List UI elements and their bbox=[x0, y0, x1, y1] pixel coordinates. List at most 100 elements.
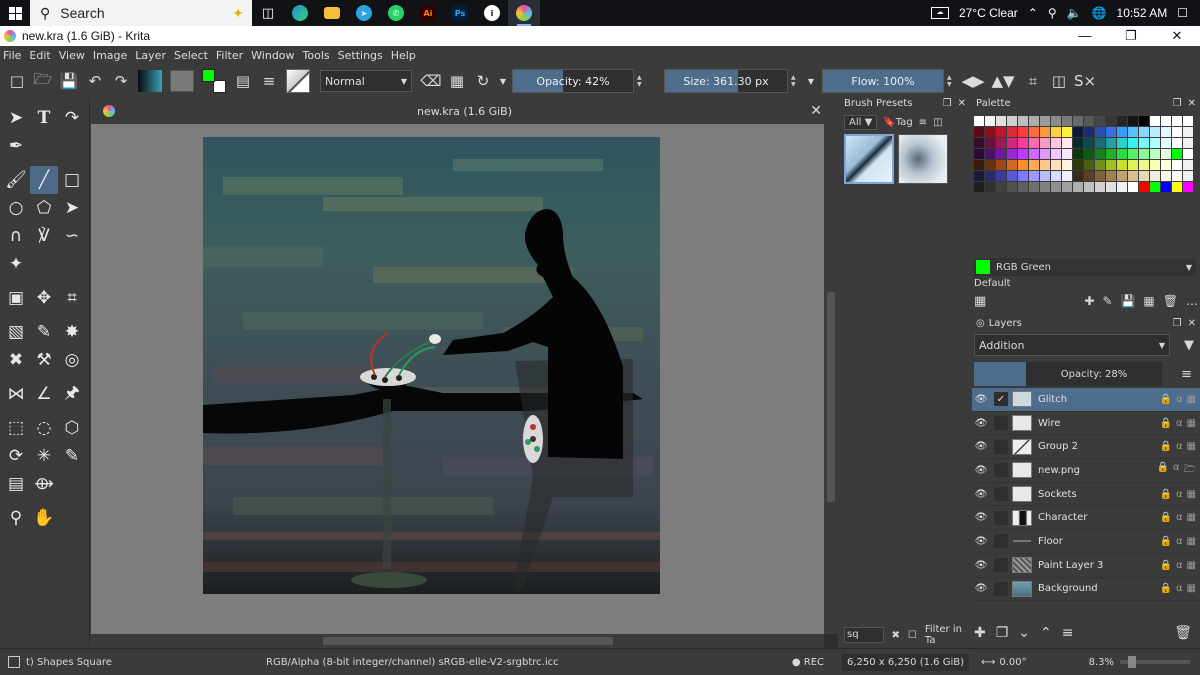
palette-swatch[interactable] bbox=[1117, 182, 1127, 192]
palette-swatch[interactable] bbox=[1084, 160, 1094, 170]
alpha-lock-icon[interactable]: α bbox=[1176, 418, 1183, 429]
palette-swatch[interactable] bbox=[1073, 116, 1083, 126]
palette-swatch[interactable] bbox=[1150, 127, 1160, 137]
zoom-slider[interactable] bbox=[1120, 656, 1190, 668]
color-picker-tool[interactable]: ✎ bbox=[30, 318, 58, 346]
layer-menu-icon[interactable]: ≡ bbox=[1181, 367, 1192, 382]
palette-swatch[interactable] bbox=[1183, 149, 1193, 159]
palette-swatch[interactable] bbox=[1018, 171, 1028, 181]
palette-swatch[interactable] bbox=[985, 171, 995, 181]
scripter-button[interactable]: S× bbox=[1072, 68, 1098, 94]
layer-properties-icon[interactable]: ▦ bbox=[1187, 441, 1196, 452]
layer-row[interactable]: 👁 Character 🔒 α ▦ bbox=[972, 506, 1200, 531]
menu-image[interactable]: Image bbox=[93, 49, 127, 62]
enclose-and-fill-tool[interactable]: ◎ bbox=[58, 346, 86, 374]
palette-swatch[interactable] bbox=[1161, 171, 1171, 181]
palette-grid-edit-icon[interactable]: ▦ bbox=[1143, 294, 1154, 308]
blend-mode-dropdown[interactable]: Normal ▼ bbox=[320, 70, 412, 92]
save-button[interactable]: 💾 bbox=[56, 68, 82, 94]
filter-in-tag-checkbox[interactable]: ☐ bbox=[908, 630, 917, 641]
palette-swatch[interactable] bbox=[1029, 127, 1039, 137]
alpha-lock-icon[interactable]: α bbox=[1173, 462, 1180, 479]
palette-swatch[interactable] bbox=[1084, 182, 1094, 192]
zoom-tool[interactable]: ⚲ bbox=[2, 504, 30, 532]
palette-swatch[interactable] bbox=[1128, 149, 1138, 159]
palette-swatch[interactable] bbox=[1084, 116, 1094, 126]
preset-thumbnail-selected[interactable] bbox=[844, 134, 894, 184]
reload-preset-button[interactable]: ↻ bbox=[470, 68, 496, 94]
palette-swatch[interactable] bbox=[996, 160, 1006, 170]
folder-icon[interactable]: 🗁 bbox=[1184, 462, 1196, 479]
mirror-horizontal-button[interactable]: ◀▶ bbox=[960, 68, 986, 94]
layer-checkbox[interactable] bbox=[994, 487, 1008, 502]
alpha-lock-icon[interactable]: α bbox=[1176, 560, 1183, 571]
palette-swatch[interactable] bbox=[1117, 138, 1127, 148]
opacity-slider[interactable]: Opacity: 42% bbox=[512, 69, 634, 93]
lock-icon[interactable]: 🔒 bbox=[1160, 512, 1172, 523]
measure-tool[interactable]: ∠ bbox=[30, 380, 58, 408]
lock-icon[interactable]: 🔒 bbox=[1160, 394, 1172, 405]
palette-swatch[interactable] bbox=[1095, 116, 1105, 126]
photoshop-app[interactable]: Ps bbox=[444, 0, 476, 26]
current-brush-preview[interactable] bbox=[286, 69, 310, 93]
lock-icon[interactable]: 🔒 bbox=[1157, 462, 1169, 479]
similar-color-selection-tool[interactable]: ✎ bbox=[58, 442, 86, 470]
open-document-button[interactable]: 🗁 bbox=[30, 68, 56, 94]
layer-properties-icon[interactable]: ▦ bbox=[1187, 394, 1196, 405]
palette-swatch[interactable] bbox=[1150, 171, 1160, 181]
colorize-mask-tool[interactable]: ✖ bbox=[2, 346, 30, 374]
palette-swatch[interactable] bbox=[1117, 127, 1127, 137]
toolbar-overflow-chevron[interactable]: ▼ bbox=[804, 68, 818, 94]
menu-tools[interactable]: Tools bbox=[303, 49, 330, 62]
gradient-tool[interactable]: ▧ bbox=[2, 318, 30, 346]
bezier-curve-tool[interactable]: ∩ bbox=[2, 222, 30, 250]
filter-icon[interactable]: ▼ bbox=[1184, 338, 1194, 353]
palette-swatch[interactable] bbox=[985, 182, 995, 192]
layer-properties-icon[interactable]: ▦ bbox=[1187, 489, 1196, 500]
view-options-icon[interactable]: ≡ bbox=[919, 117, 927, 128]
canvas-viewport[interactable] bbox=[91, 124, 824, 634]
status-color-space[interactable]: RGB/Alpha (8-bit integer/channel) sRGB-e… bbox=[266, 657, 559, 668]
palette-swatch[interactable] bbox=[1106, 127, 1116, 137]
mirror-vertical-button[interactable]: ▲▼ bbox=[986, 68, 1020, 94]
palette-swatch[interactable] bbox=[1139, 182, 1149, 192]
palette-swatch[interactable] bbox=[1161, 160, 1171, 170]
palette-swatch[interactable] bbox=[1062, 160, 1072, 170]
palette-swatch[interactable] bbox=[974, 160, 984, 170]
add-layer-icon[interactable]: ✚ bbox=[974, 625, 986, 641]
select-shapes-tool[interactable]: ➤ bbox=[2, 104, 30, 132]
notifications-icon[interactable]: ☐ bbox=[1177, 6, 1188, 20]
palette-swatch[interactable] bbox=[1029, 160, 1039, 170]
palette-swatch[interactable] bbox=[1128, 127, 1138, 137]
palette-swatch[interactable] bbox=[985, 149, 995, 159]
visibility-eye-icon[interactable]: 👁 bbox=[972, 536, 990, 547]
palette-swatch[interactable] bbox=[996, 116, 1006, 126]
delete-layer-icon[interactable]: 🗑 bbox=[1174, 625, 1192, 641]
windows-start-button[interactable] bbox=[0, 0, 30, 26]
palette-swatch[interactable] bbox=[1073, 182, 1083, 192]
palette-swatch[interactable] bbox=[1073, 127, 1083, 137]
visibility-eye-icon[interactable]: 👁 bbox=[972, 465, 990, 476]
palette-swatch[interactable] bbox=[1040, 116, 1050, 126]
palette-swatch[interactable] bbox=[1106, 116, 1116, 126]
palette-swatch[interactable] bbox=[1062, 182, 1072, 192]
palette-swatch[interactable] bbox=[1183, 127, 1193, 137]
palette-swatch[interactable] bbox=[1007, 171, 1017, 181]
menu-settings[interactable]: Settings bbox=[338, 49, 383, 62]
palette-swatch[interactable] bbox=[1106, 171, 1116, 181]
layer-properties-icon[interactable]: ▦ bbox=[1187, 418, 1196, 429]
reference-images-tool[interactable]: 🖈 bbox=[58, 380, 86, 408]
palette-swatch[interactable] bbox=[1007, 138, 1017, 148]
palette-swatch[interactable] bbox=[985, 160, 995, 170]
line-tool[interactable]: ╱ bbox=[30, 166, 58, 194]
docker-settings-icon[interactable]: ◫ bbox=[933, 117, 942, 128]
layer-properties-icon[interactable]: ▦ bbox=[1187, 583, 1196, 594]
palette-swatch[interactable] bbox=[1051, 127, 1061, 137]
palette-swatch[interactable] bbox=[974, 127, 984, 137]
file-explorer-app[interactable] bbox=[316, 0, 348, 26]
lock-icon[interactable]: 🔒 bbox=[1160, 418, 1172, 429]
bezier-selection-tool[interactable]: ▤ bbox=[2, 470, 30, 498]
palette-swatch[interactable] bbox=[1172, 138, 1182, 148]
layer-row[interactable]: 👁 Floor 🔒 α ▦ bbox=[972, 530, 1200, 554]
palette-grid-icon[interactable]: ▦ bbox=[974, 294, 986, 309]
